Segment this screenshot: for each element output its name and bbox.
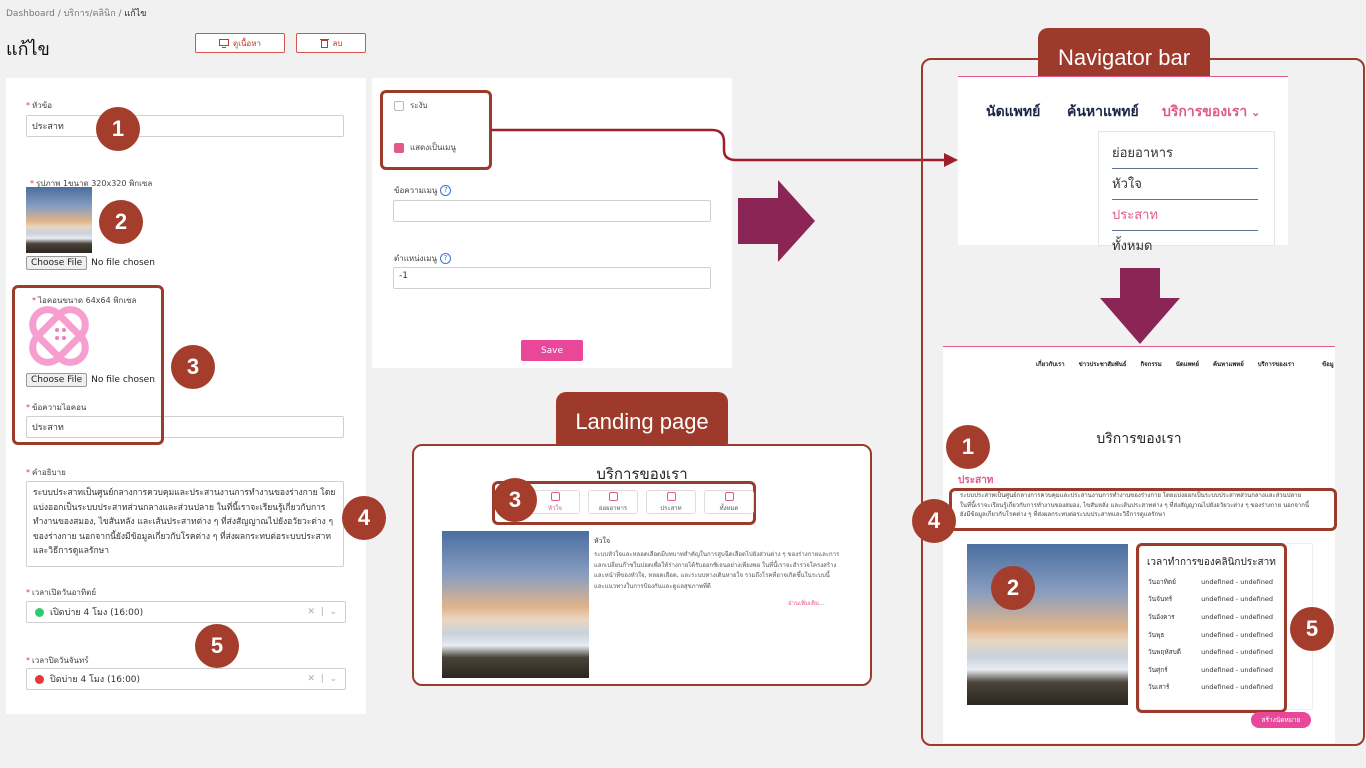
landing-article-title: หัวใจ [594,537,611,545]
result-section-text: ระบบประสาทเป็นศูนย์กลางการควบคุมและประสา… [960,492,1310,518]
annotation-badge-3-landing: 3 [493,478,537,522]
landing-read-more-link[interactable]: อ่านเพิ่มเติม... [788,598,825,608]
result-nav-appointment[interactable]: นัดแพทย์ [1176,359,1199,369]
nav-find-doctor[interactable]: ค้นหาแพทย์ [1067,101,1139,123]
schedule-row-tue: วันอังคาร undefined - undefined [1148,612,1273,621]
nav-appointment[interactable]: นัดแพทย์ [986,101,1040,123]
tab-digestive[interactable]: ย่อยอาหาร [588,490,638,514]
dropdown-item-all[interactable]: ทั้งหมด [1112,231,1258,261]
result-clinic-image [967,544,1128,705]
create-appointment-button[interactable]: สร้างนัดหมาย [1251,712,1311,728]
schedule-row-sun: วันอาทิตย์ undefined - undefined [1148,577,1273,586]
result-nav-services[interactable]: บริการของเรา [1258,359,1295,369]
result-nav-activities[interactable]: กิจกรรม [1141,359,1162,369]
result-nav-about[interactable]: เกี่ยวกับเรา [1036,359,1065,369]
schedule-row-mon: วันจันทร์ undefined - undefined [1148,595,1273,604]
landing-tabs: หัวใจ ย่อยอาหาร ประสาท ทั้งหมด [530,490,754,514]
schedule-title: เวลาทำการของคลินิกประสาท [1147,557,1276,568]
annotation-badge-1-result: 1 [946,425,990,469]
landing-article-image [442,531,589,678]
schedule-row-thu: วันพฤหัสบดี undefined - undefined [1148,648,1273,657]
result-heading: บริการของเรา [1096,431,1182,447]
dropdown-item-nerve[interactable]: ประสาท [1112,200,1258,231]
schedule-list: วันอาทิตย์ undefined - undefined วันจันทร… [1148,573,1273,696]
annotation-badge-5-result: 5 [1290,607,1334,651]
chevron-down-icon: ⌄ [1251,107,1261,119]
landing-page-callout: Landing page [556,392,728,452]
result-nav-find-doctor[interactable]: ค้นหาแพทย์ [1213,359,1244,369]
result-nav: เกี่ยวกับเรา ข่าวประชาสัมพันธ์ กิจกรรม น… [1036,359,1294,369]
tab-heart[interactable]: หัวใจ [530,490,580,514]
landing-article-text: ระบบหัวใจและหลอดเลือดมีบทบาทสำคัญในการสู… [594,551,840,590]
tab-nerve[interactable]: ประสาท [646,490,696,514]
tab-all[interactable]: ทั้งหมด [704,490,754,514]
annotation-badge-4-result: 4 [912,499,956,543]
nav-dropdown-list: ย่อยอาหาร หัวใจ ประสาท ทั้งหมด [1112,138,1258,261]
schedule-row-wed: วันพุธ undefined - undefined [1148,630,1273,639]
nav-our-services[interactable]: บริการของเรา ⌄ [1162,101,1260,123]
dropdown-item-heart[interactable]: หัวใจ [1112,169,1258,200]
result-section-title: ประสาท [958,475,994,486]
dropdown-item-digestive[interactable]: ย่อยอาหาร [1112,138,1258,169]
schedule-row-sat: วันเสาร์ undefined - undefined [1148,683,1273,692]
result-nav-info[interactable]: ข้อมู [1322,359,1335,369]
schedule-row-fri: วันศุกร์ undefined - undefined [1148,665,1273,674]
result-nav-news[interactable]: ข่าวประชาสัมพันธ์ [1079,359,1127,369]
annotation-badge-2-result: 2 [991,566,1035,610]
